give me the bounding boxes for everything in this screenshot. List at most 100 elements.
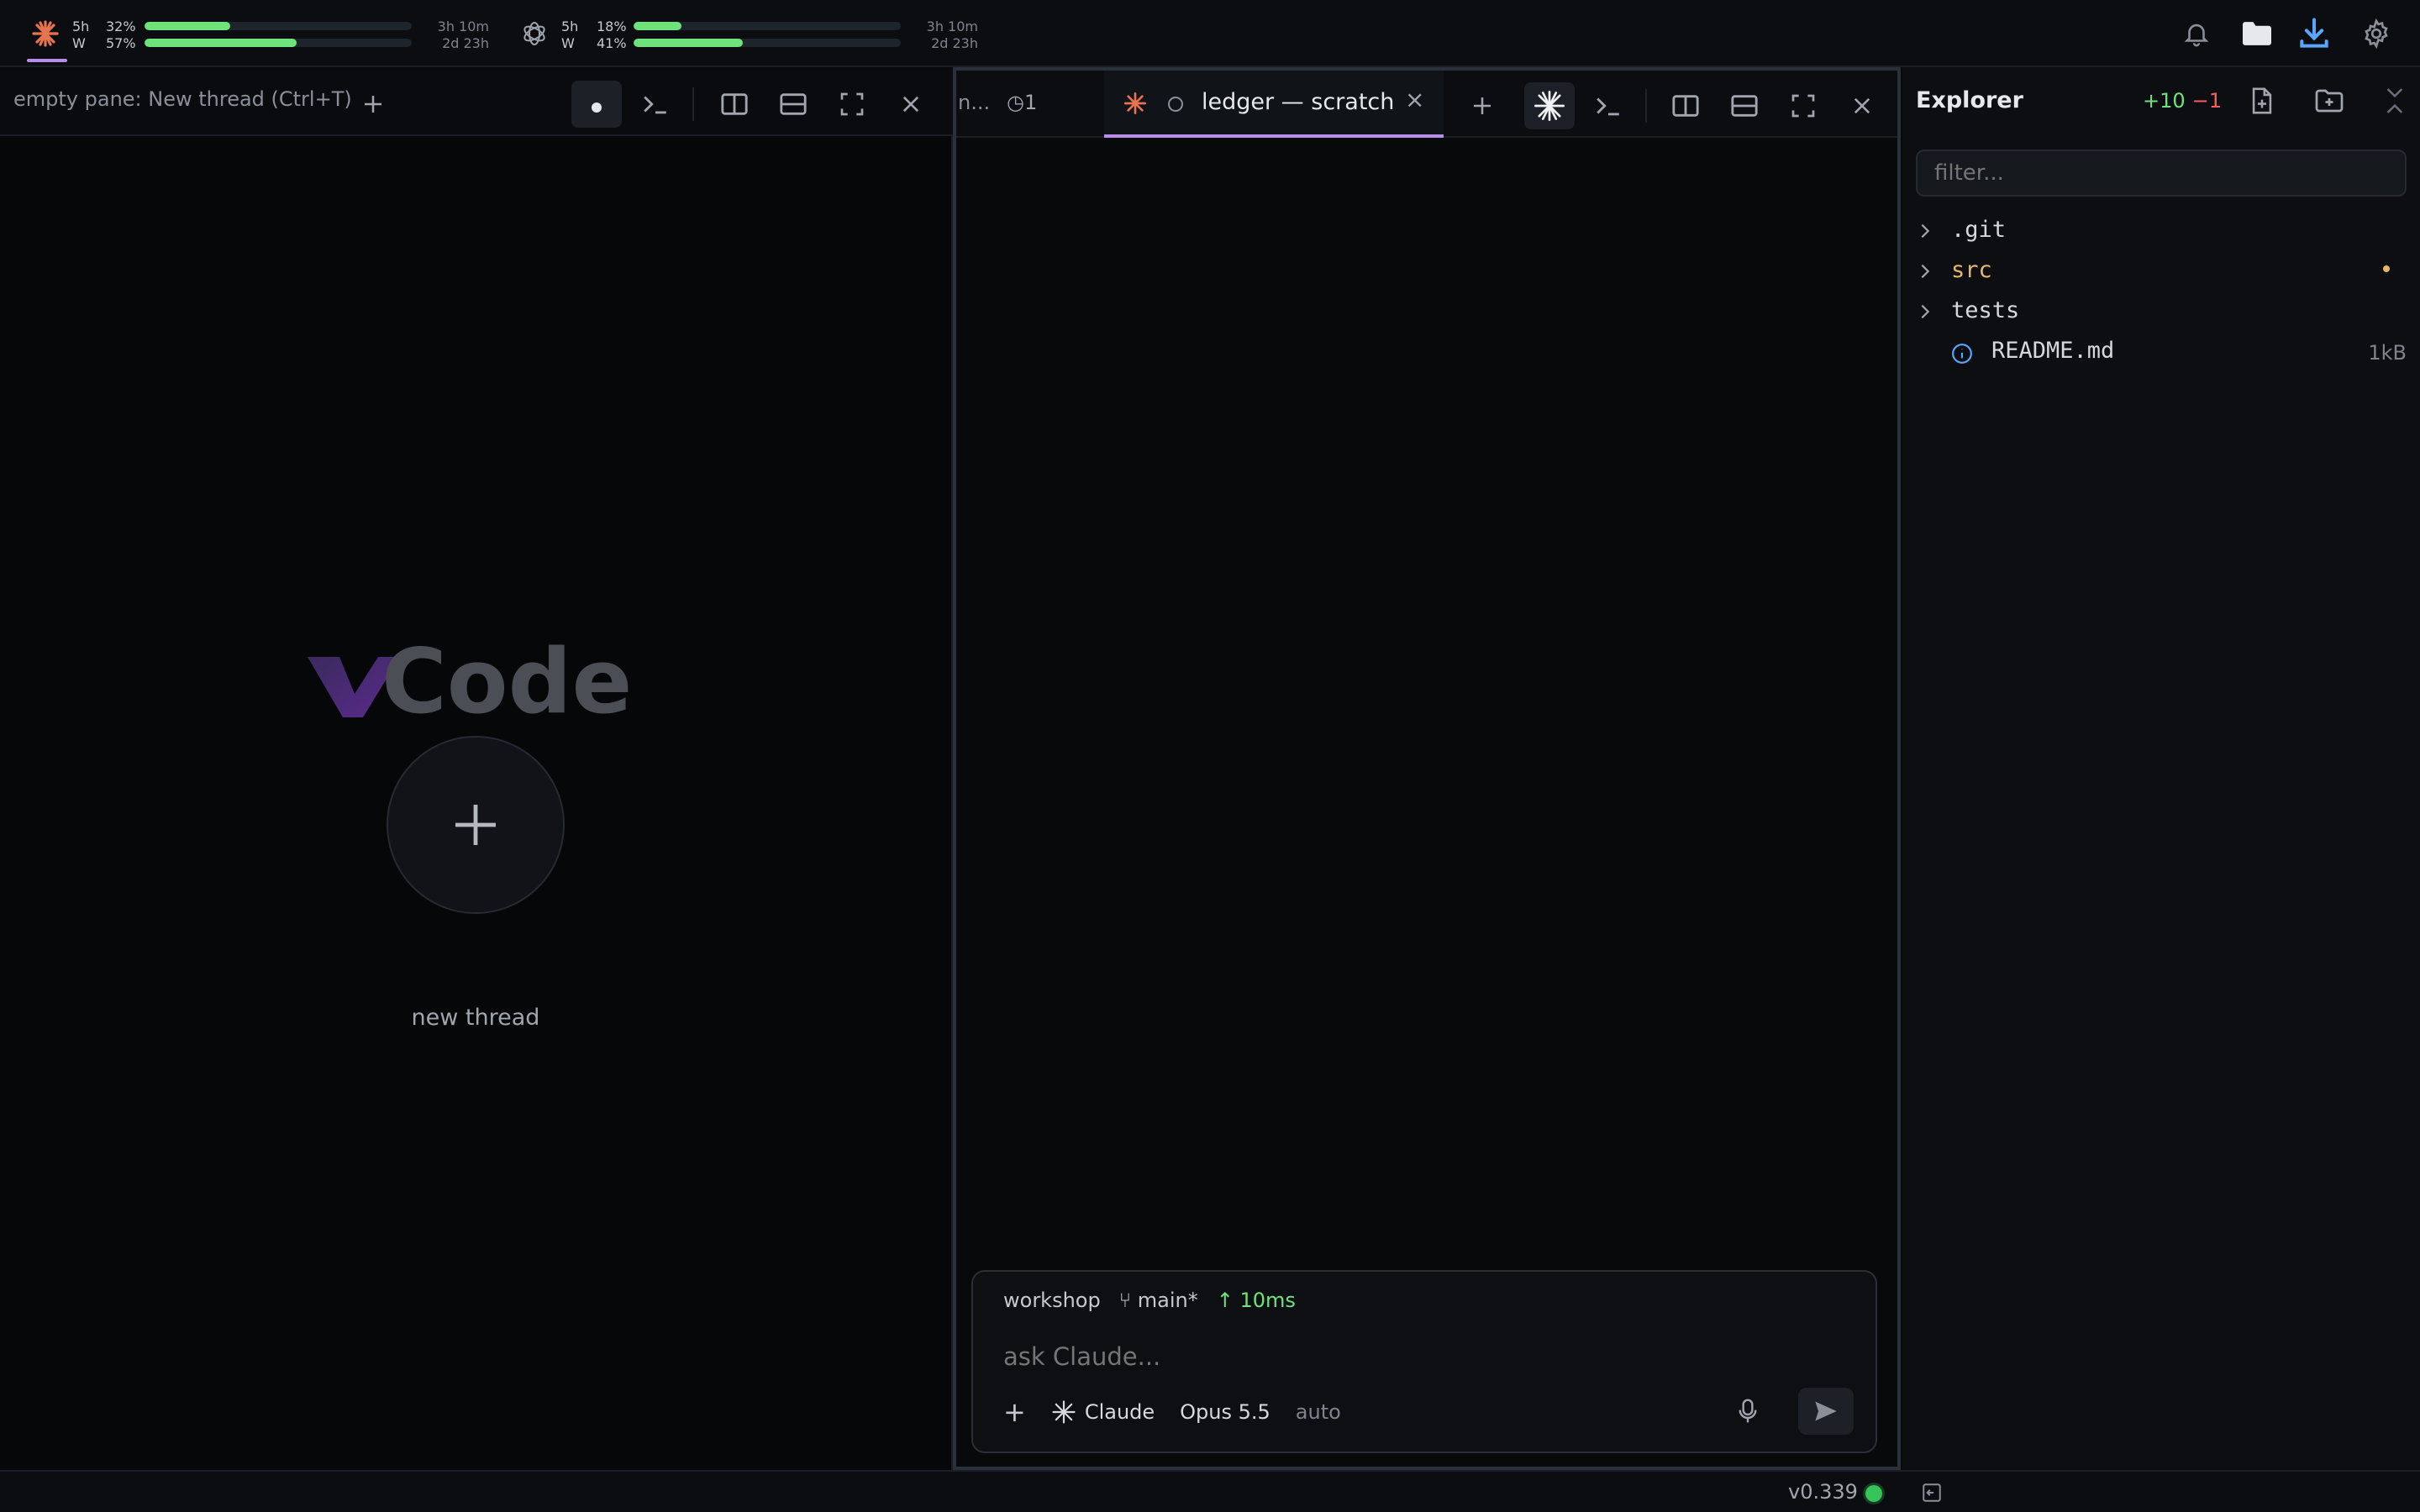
tab-history[interactable]: ◷1 [1007,91,1037,114]
download-icon[interactable] [2296,15,2333,52]
agent-mode-button[interactable] [571,81,622,128]
week-usage-bar [634,39,901,47]
composer-toolbar: + Claude Opus 5.5 auto [1003,1396,1341,1428]
app-root: 5h W 32% 57% 3h 10m 2d 23h 5h W 18% 41% [0,0,2420,1512]
sparkle-icon [1534,91,1565,122]
terminal-button[interactable] [630,81,681,128]
close-tab-icon[interactable]: × [1405,86,1424,113]
composer-meta: workshop ⑂ main* ↑ 10ms [1003,1289,1296,1312]
right-pane-header: n... ◷1 ledger — scratch × [956,71,1897,138]
attach-button[interactable]: + [1003,1396,1026,1428]
tab-label: ledger — scratch [1202,89,1395,115]
split-vertical-button[interactable] [709,81,760,128]
openai-icon [523,22,545,45]
lines-added: +10 [2143,89,2186,113]
microphone-icon[interactable] [1731,1394,1765,1428]
new-thread-button[interactable] [387,736,565,914]
tree-item-readme[interactable]: README.md 1kB [1916,334,2407,371]
tree-item-label: tests [1951,297,2020,323]
send-icon [1815,1401,1837,1421]
active-provider-underline [27,59,67,62]
tree-item-tests[interactable]: tests [1916,294,2407,331]
connection-status-icon [1865,1485,1882,1502]
split-horizontal-button[interactable] [1719,82,1770,129]
left-pane-header: empty pane: New thread (Ctrl+T) [0,69,953,136]
chevron-right-icon [1921,264,1930,279]
split-vertical-button[interactable] [1660,82,1711,129]
close-pane-button[interactable] [1837,82,1887,129]
tree-item-label: src [1951,257,1992,283]
folder-icon[interactable] [2238,15,2275,52]
new-tab-button[interactable] [348,81,398,128]
sparkle-icon [1052,1400,1076,1424]
info-icon [1952,344,1972,364]
agent-label: Claude [1084,1400,1155,1424]
prompt-input[interactable] [1003,1342,1760,1371]
empty-pane-label: empty pane: New thread (Ctrl+T) [13,87,352,111]
mode-selector[interactable]: auto [1296,1400,1341,1424]
split-horizontal-button[interactable] [768,81,818,128]
window-percent: 18% [597,18,627,34]
week-label: W [561,35,575,51]
claude-icon [32,20,59,47]
logo-text: Code [381,633,632,726]
modified-dot-icon [2383,265,2390,272]
agent-mode-button[interactable] [1524,82,1575,129]
divider [692,87,694,121]
diff-stats: +10 −1 [2143,89,2222,113]
tree-item-src[interactable]: src [1916,254,2407,291]
bell-icon[interactable] [2178,15,2215,52]
window-usage-bar [145,22,412,30]
agent-selector[interactable]: Claude [1051,1399,1155,1425]
window-label: 5h [72,18,90,34]
window-label: 5h [561,18,579,34]
maximize-button[interactable] [827,81,877,128]
terminal-button[interactable] [1583,82,1634,129]
status-bar: v0.339 [0,1470,2420,1512]
right-pane: n... ◷1 ledger — scratch × workshop ⑂ ma… [953,67,1901,1470]
vcode-logo: Code [308,633,632,726]
lines-removed: −1 [2191,89,2223,113]
explorer-panel: Explorer +10−1 .git src tests REA [1902,67,2420,1470]
plus-icon [455,805,496,845]
collapse-icon[interactable] [2378,84,2412,118]
filter-input[interactable] [1916,150,2407,197]
week-reset: 2d 23h [442,35,489,51]
chevron-right-icon [1921,304,1930,319]
week-percent: 41% [597,35,627,51]
left-pane: empty pane: New thread (Ctrl+T) Code new… [0,69,953,1470]
window-reset: 3h 10m [926,18,978,34]
window-reset: 3h 10m [437,18,489,34]
tab-truncated[interactable]: n... [958,91,990,114]
tab-ledger-scratch[interactable]: ledger — scratch × [1104,71,1444,138]
sidebar-toggle-icon[interactable] [1921,1482,1943,1504]
workspace-label[interactable]: workshop [1003,1289,1101,1312]
maximize-button[interactable] [1778,82,1828,129]
new-tab-button[interactable] [1457,82,1507,129]
send-button[interactable] [1798,1388,1854,1435]
usage-meter-claude[interactable]: 5h W 32% 57% 3h 10m 2d 23h [27,0,501,67]
new-thread-label: new thread [411,1005,540,1031]
week-usage-bar [145,39,412,47]
week-percent: 57% [106,35,136,51]
status-circle-icon [1168,97,1183,112]
file-size: 1kB [2368,341,2407,365]
week-label: W [72,35,86,51]
close-pane-button[interactable] [886,81,936,128]
tree-item-label: README.md [1991,338,2115,364]
chevron-right-icon [1921,223,1930,239]
branch-label[interactable]: ⑂ main* [1119,1289,1198,1312]
gear-icon[interactable] [2358,15,2395,52]
latency-label: ↑ 10ms [1216,1289,1296,1312]
divider [1645,89,1647,123]
new-folder-icon[interactable] [2312,84,2346,118]
top-actions [2151,0,2420,67]
window-usage-bar [634,22,901,30]
tree-item-git[interactable]: .git [1916,213,2407,250]
tree-item-label: .git [1951,217,2007,243]
week-reset: 2d 23h [931,35,978,51]
composer: workshop ⑂ main* ↑ 10ms + Claude Opus 5.… [971,1270,1877,1453]
model-selector[interactable]: Opus 5.5 [1180,1400,1270,1424]
usage-meter-openai[interactable]: 5h W 18% 41% 3h 10m 2d 23h [519,0,990,67]
new-file-icon[interactable] [2245,84,2279,118]
